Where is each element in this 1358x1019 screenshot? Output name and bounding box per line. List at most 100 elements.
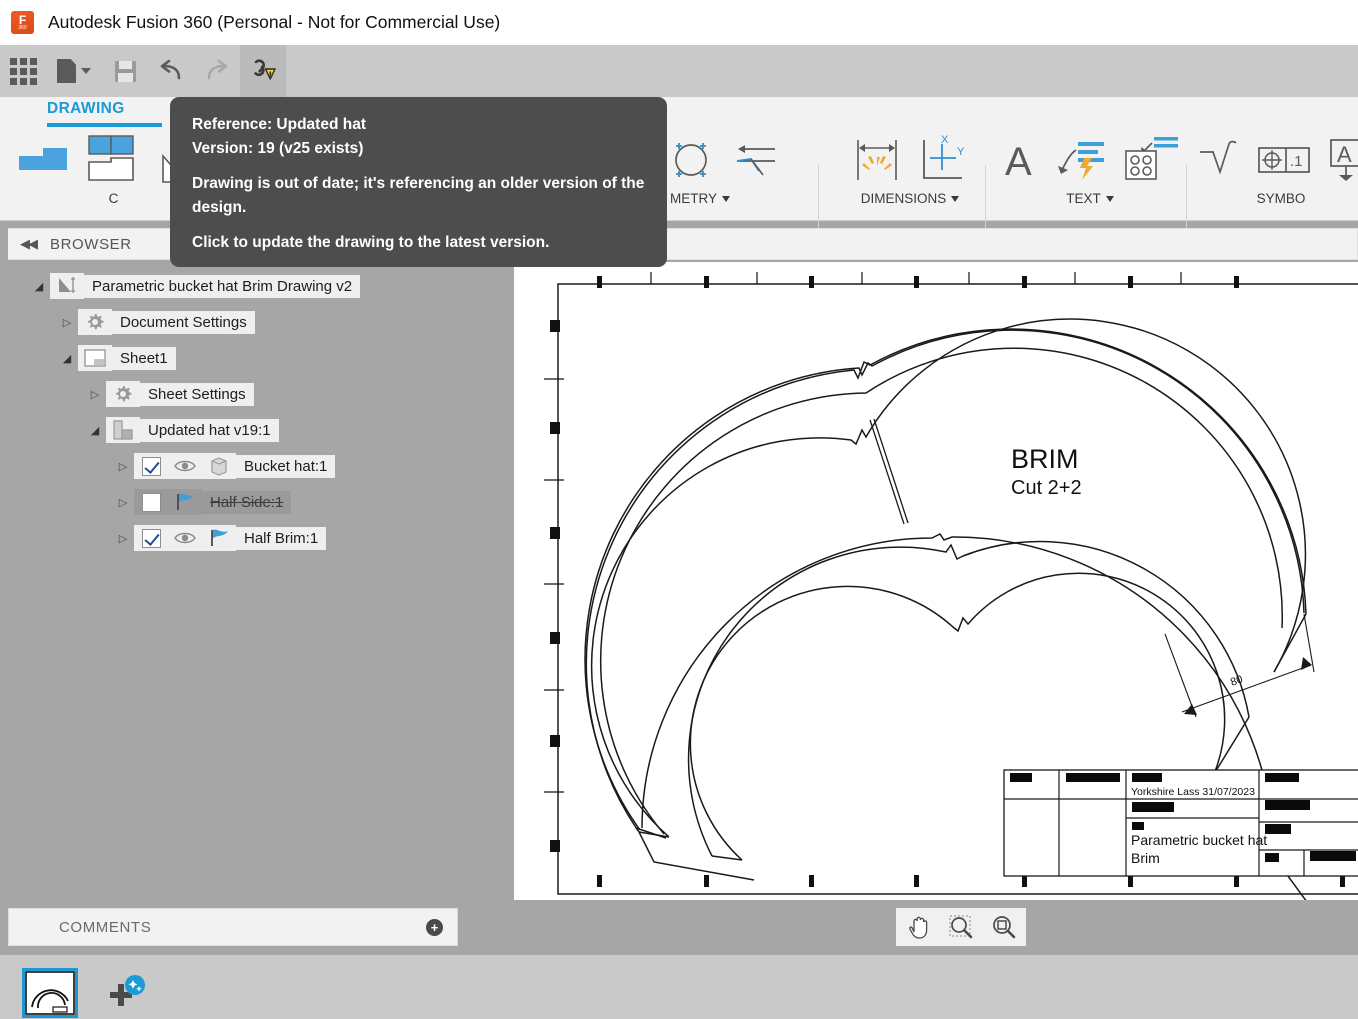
pan-button[interactable] <box>899 910 937 944</box>
add-sparkle-button[interactable] <box>104 974 148 1014</box>
tooltip-line-4: Click to update the drawing to the lates… <box>192 231 645 255</box>
svg-text:A: A <box>1005 140 1032 183</box>
expander-closed-icon[interactable]: ▷ <box>112 460 134 473</box>
ribbon-group-symbols: .1 A SYMBO <box>1196 129 1358 221</box>
comments-label: COMMENTS <box>59 919 151 936</box>
ordinate-dimension-icon[interactable]: X Y <box>916 134 968 186</box>
leader-text-icon[interactable] <box>1052 136 1108 184</box>
text-icon[interactable]: A <box>1000 137 1038 183</box>
projected-view-icon[interactable] <box>83 132 141 188</box>
svg-text:A: A <box>1337 142 1352 167</box>
ribbon-group-label[interactable]: METRY <box>670 191 730 206</box>
drawing-icon <box>50 273 84 299</box>
part-label: BRIM <box>1011 444 1079 474</box>
tree-item-half-brim[interactable]: ▷ Half Brim:1 <box>0 520 514 556</box>
drawing-thumbnail[interactable] <box>22 968 78 1018</box>
quick-access-row: Parametric bucket hat v25* ✕ Parametric … <box>0 45 1358 97</box>
comments-bar[interactable]: COMMENTS + <box>8 908 458 946</box>
zoom-fit-button[interactable] <box>985 910 1023 944</box>
gear-icon <box>106 381 140 407</box>
ribbon-group-text: A <box>995 129 1185 221</box>
drawing-sheet: BRIM Cut 2+2 80 <box>514 262 1358 900</box>
undo-button[interactable] <box>148 45 194 97</box>
checkbox-checked-icon <box>142 457 161 476</box>
base-view-icon[interactable] <box>17 140 69 180</box>
table-icon[interactable] <box>1122 135 1180 185</box>
collapse-left-icon[interactable]: ◀◀ <box>20 236 36 252</box>
file-menu-button[interactable] <box>46 45 102 97</box>
browser-title: BROWSER <box>50 236 132 253</box>
leader-icon[interactable] <box>729 137 781 183</box>
tree-item-label: Half Brim:1 <box>236 527 326 550</box>
ribbon-tab-drawing[interactable]: DRAWING <box>47 100 125 118</box>
expander-open-icon[interactable]: ◢ <box>28 280 50 293</box>
view-navigation-bar <box>896 908 1026 946</box>
tooltip-line-1: Reference: Updated hat <box>192 113 645 137</box>
chevron-down-icon <box>722 196 730 202</box>
datum-identifier-icon[interactable]: A <box>1326 137 1358 183</box>
redo-button[interactable] <box>194 45 240 97</box>
tree-item-label: Updated hat v19:1 <box>140 419 279 442</box>
link-warning-icon <box>248 57 278 85</box>
pan-icon <box>905 914 931 940</box>
add-sparkle-icon <box>104 974 148 1014</box>
chevron-down-icon <box>81 68 91 74</box>
tooltip-spacer <box>192 219 645 231</box>
ribbon-group-label[interactable]: DIMENSIONS <box>861 191 960 206</box>
tree-item-drawing-root[interactable]: ◢ Parametric bucket hat Brim Drawing v2 <box>0 268 514 304</box>
visibility-checkbox[interactable] <box>134 453 168 479</box>
checkbox-unchecked-icon <box>142 493 161 512</box>
expander-closed-icon[interactable]: ▷ <box>56 316 78 329</box>
tree-item-label: Bucket hat:1 <box>236 455 335 478</box>
tooltip-line-2: Version: 19 (v25 exists) <box>192 137 645 161</box>
plus-circle-icon[interactable]: + <box>426 919 443 936</box>
zoom-window-button[interactable] <box>942 910 980 944</box>
body-icon <box>202 453 236 479</box>
visibility-checkbox[interactable] <box>134 489 168 515</box>
tree-item-label: Parametric bucket hat Brim Drawing v2 <box>84 275 360 298</box>
drawing-canvas[interactable]: BRIM Cut 2+2 80 <box>514 262 1358 900</box>
title-block: Yorkshire Lass 31/07/2023 Parametric buc… <box>1004 770 1358 876</box>
flag-icon <box>168 489 202 515</box>
title-bar: F 360 Autodesk Fusion 360 (Personal - No… <box>0 0 1358 45</box>
feature-control-frame-icon[interactable]: .1 <box>1256 142 1312 178</box>
chevron-down-icon <box>1106 196 1114 202</box>
ribbon-group-label: SYMBO <box>1257 191 1306 206</box>
svg-text:.1: .1 <box>1290 153 1303 170</box>
ribbon-group-label[interactable]: TEXT <box>1066 191 1114 206</box>
checkbox-checked-icon <box>142 529 161 548</box>
center-mark-circle-icon[interactable] <box>667 137 715 183</box>
eye-icon[interactable] <box>168 453 202 479</box>
eye-icon[interactable] <box>168 525 202 551</box>
visibility-checkbox[interactable] <box>134 525 168 551</box>
fusion-logo-icon: F 360 <box>11 11 34 34</box>
svg-text:Y: Y <box>957 146 965 158</box>
title-block-part-name-2: Brim <box>1131 850 1160 866</box>
tree-item-sheet1[interactable]: ◢ Sheet1 <box>0 340 514 376</box>
expander-closed-icon[interactable]: ▷ <box>84 388 106 401</box>
app-grid-button[interactable] <box>0 45 46 97</box>
expander-closed-icon[interactable]: ▷ <box>112 496 134 509</box>
tree-item-bucket-hat[interactable]: ▷ Bucket hat:1 <box>0 448 514 484</box>
ribbon-tab-underline <box>47 123 162 127</box>
fusion360-window: F 360 Autodesk Fusion 360 (Personal - No… <box>0 0 1358 1019</box>
tree-item-label: Sheet Settings <box>140 383 254 406</box>
expander-closed-icon[interactable]: ▷ <box>112 532 134 545</box>
tree-item-document-settings[interactable]: ▷ Document Settings <box>0 304 514 340</box>
save-button[interactable] <box>102 45 148 97</box>
dimension-icon[interactable] <box>852 134 902 186</box>
ribbon-group-label: C <box>109 191 119 206</box>
undo-icon <box>156 58 186 84</box>
expander-open-icon[interactable]: ◢ <box>84 424 106 437</box>
tree-item-half-side[interactable]: ▷ Half Side:1 <box>0 484 514 520</box>
expander-open-icon[interactable]: ◢ <box>56 352 78 365</box>
tree-item-updated-hat[interactable]: ◢ Updated hat v19:1 <box>0 412 514 448</box>
reference-out-of-date-tooltip: Reference: Updated hat Version: 19 (v25 … <box>170 97 667 267</box>
app-title: Autodesk Fusion 360 (Personal - Not for … <box>48 12 500 33</box>
title-block-author-date: Yorkshire Lass 31/07/2023 <box>1131 786 1255 798</box>
tree-item-label: Half Side:1 <box>202 491 291 514</box>
tree-item-sheet-settings[interactable]: ▷ Sheet Settings <box>0 376 514 412</box>
title-block-part-name-1: Parametric bucket hat <box>1131 832 1267 848</box>
surface-texture-icon[interactable] <box>1196 138 1242 182</box>
out-of-date-reference-button[interactable] <box>240 45 286 97</box>
